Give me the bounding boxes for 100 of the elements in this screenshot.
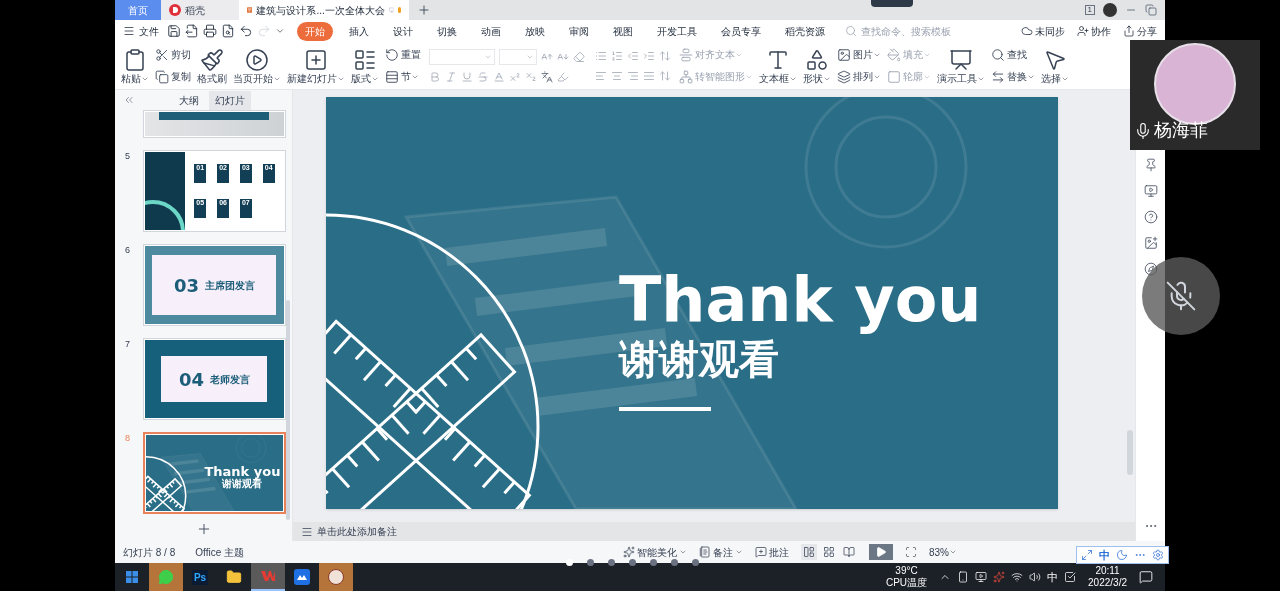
slide-thumbnail[interactable]: Thank you 谢谢观看 [142,432,287,514]
notification-icon [1139,570,1153,584]
ribbon-button[interactable]: 格式刷 [195,47,229,84]
section-title: 老师发言 [209,372,250,387]
slide-title: Thank you [203,465,282,478]
chat-bubble-icon [158,569,174,585]
slide-counter: 幻灯片 8 / 8 [123,545,176,560]
menu-icon [123,25,135,37]
user-avatar[interactable] [1103,3,1117,17]
export-icon [185,24,199,38]
search-icon [845,25,857,37]
notes-icon [699,546,711,558]
ribbon-tab[interactable]: 放映 [521,23,549,39]
view-button[interactable] [821,544,837,560]
ribbon-button[interactable]: 节 [383,69,421,84]
ribbon-button[interactable]: 排列 [835,69,883,84]
ribbon-button[interactable]: 演示工具 [935,47,987,84]
ribbon-button[interactable]: 复制 [153,69,193,84]
ribbon-button[interactable]: 图片 [835,47,883,62]
layout-icon [353,47,377,72]
align-right-icon [627,69,639,82]
ribbon-button[interactable]: 替换 [989,69,1037,84]
notes-icon [301,525,313,538]
ribbon-tab[interactable]: 会员专享 [717,23,765,39]
underline-icon [461,70,473,83]
slide-thumbnail[interactable]: 04 老师发言 [142,338,287,420]
scrollbar[interactable] [286,300,290,520]
ribbon-tab[interactable]: 切换 [433,23,461,39]
weather-widget[interactable]: 39°C CPU温度 [885,563,928,591]
zoom-dropdown[interactable]: 83% [929,544,957,560]
ribbon-button[interactable]: 剪切 [153,47,193,62]
ribbon-tab[interactable]: 动画 [477,23,505,39]
input-method-indicator[interactable]: 中 [1047,568,1059,586]
file-menu[interactable]: 文件 [123,23,163,39]
status-button[interactable]: 批注 [755,544,789,560]
view-button[interactable] [841,544,857,560]
strikethrough-icon [477,70,489,83]
user-plus-icon [1077,25,1089,37]
scrollbar[interactable] [1127,430,1133,475]
ribbon-tab[interactable]: 开发工具 [653,23,701,39]
ribbon-button[interactable]: 粘贴 [119,47,151,84]
play-circle-icon [245,47,269,72]
undo-icon [239,24,253,38]
indent-increase-icon [643,49,655,62]
ribbon-button[interactable]: 版式 [349,47,381,84]
font-size-field[interactable] [499,48,537,65]
slide-thumbnail[interactable]: 03 主席团发言 [142,244,287,326]
monitor-icon [388,4,395,16]
slide-number: 7 [125,338,131,351]
panel-tab[interactable]: 幻灯片 [209,90,251,110]
participant-name: 杨海菲 [1154,119,1208,142]
ribbon-button[interactable]: 当页开始 [231,47,283,84]
avatar-icon [328,569,344,585]
pin-icon [1143,158,1158,172]
ribbon-button[interactable]: 形状 [801,47,833,84]
notes-field[interactable]: 单击此处添加备注 [317,524,397,539]
slideshow-button[interactable] [869,544,893,560]
ribbon-button[interactable]: 查找 [989,47,1029,62]
panel-tab[interactable]: 大纲 [173,90,205,110]
ribbon-tab[interactable]: 插入 [345,23,373,39]
ime-mode[interactable]: 中 [1099,546,1110,564]
windows-logo-icon [126,571,138,583]
slide-number: 6 [125,244,131,257]
ribbon-button[interactable]: 新建幻灯片 [285,47,347,84]
header-action[interactable]: 分享 [1123,23,1157,39]
subscript-icon [525,70,537,83]
screen-icon [1143,184,1158,198]
section-number: 03 [173,273,199,298]
ribbon-button[interactable]: 选择 [1039,47,1071,84]
highlighter-icon [557,70,569,83]
view-button[interactable] [801,544,817,560]
header-action[interactable]: 未同步 [1021,23,1065,39]
document-tab[interactable]: 建筑与设计系...一次全体大会 [239,0,409,20]
folder-icon [226,569,242,585]
smart-graphic-icon [679,69,693,84]
font-shrink-icon [557,50,569,63]
taskbar-app[interactable]: Ps [183,563,217,591]
screen-share-indicator [870,0,913,7]
ribbon-tab[interactable]: 设计 [389,23,417,39]
ribbon-tab[interactable]: 视图 [609,23,637,39]
ribbon-tab[interactable]: 审阅 [565,23,593,39]
bullet-list-icon [595,49,607,62]
window-count-badge[interactable]: 1 [1084,5,1095,15]
caret-icon [275,26,285,36]
status-button[interactable]: 智能美化 [623,544,687,560]
header-action[interactable]: 协作 [1077,23,1111,39]
outline-icon [887,69,901,84]
ribbon-button[interactable]: 文本框 [757,47,799,84]
normal-view-icon [803,546,815,558]
clock[interactable]: 20:11 2022/3/2 [1088,563,1127,591]
scissors-icon [155,47,169,62]
font-name-field[interactable] [429,48,495,65]
app-logo: Ps [191,569,209,585]
status-button[interactable]: 备注 [699,544,743,560]
document-tab[interactable]: 稻壳 [161,0,239,20]
book-icon [843,546,855,558]
ribbon-button[interactable]: 重置 [383,47,423,62]
bold-icon [429,70,441,83]
ribbon-tab[interactable]: 稻壳资源 [781,23,829,39]
slide-subtitle: 谢谢观看 [619,339,780,379]
